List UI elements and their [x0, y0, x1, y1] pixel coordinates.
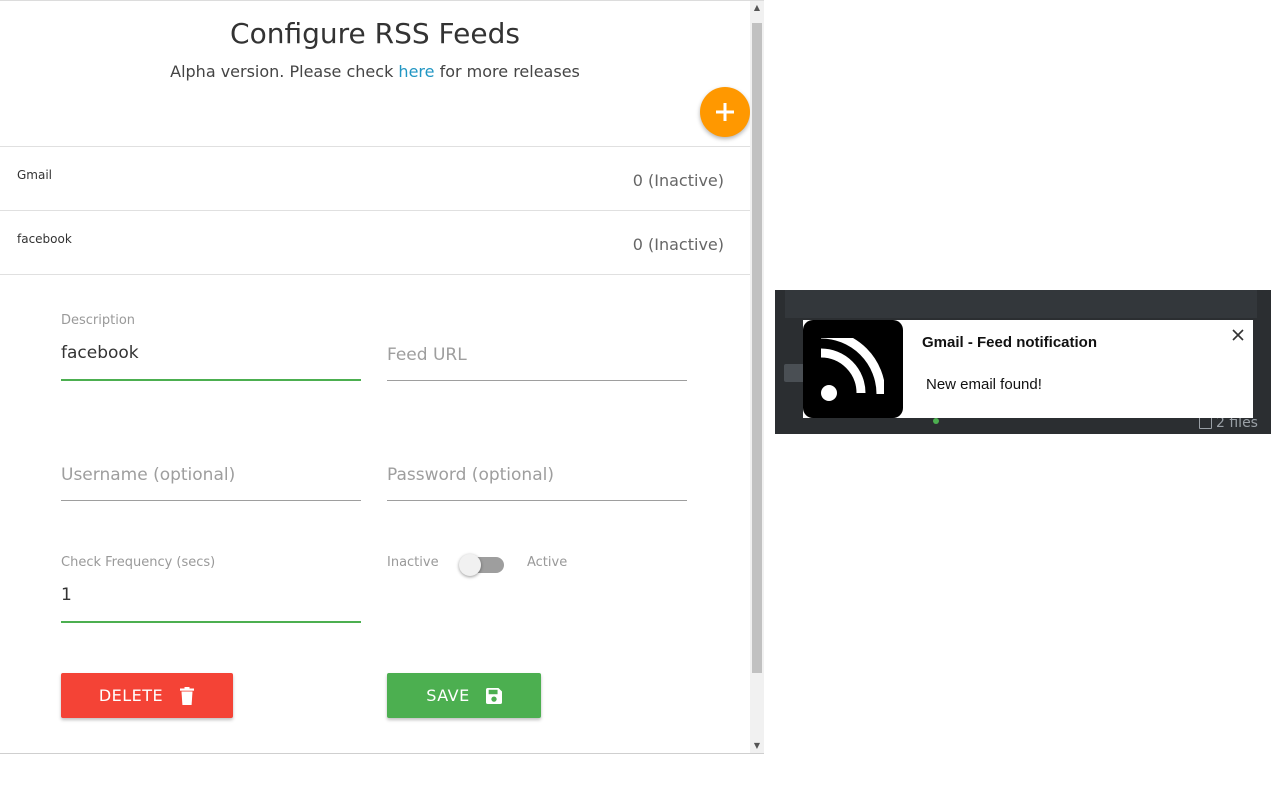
save-button-label: SAVE — [426, 686, 470, 705]
description-label: Description — [61, 313, 136, 328]
delete-button-label: DELETE — [98, 686, 164, 705]
password-input[interactable] — [387, 465, 687, 485]
background-strip — [785, 290, 1257, 318]
rss-icon-tile — [803, 320, 903, 418]
check-frequency-field: Check Frequency (secs) — [61, 555, 361, 625]
description-field: Description — [61, 313, 361, 383]
subtitle-suffix: for more releases — [434, 62, 580, 81]
trash-icon — [180, 686, 195, 705]
feed-item-gmail[interactable]: Gmail 0 (Inactive) — [0, 146, 750, 210]
username-input[interactable] — [61, 465, 361, 485]
password-underline — [387, 500, 687, 501]
status-dot-icon — [933, 418, 939, 424]
feed-url-underline — [387, 380, 687, 381]
scrollbar[interactable]: ▲ ▼ — [750, 1, 764, 753]
notification-title: Gmail - Feed notification — [922, 334, 1098, 351]
feed-status: 0 (Inactive) — [632, 171, 724, 190]
feed-url-field — [387, 313, 687, 383]
page-subtitle: Alpha version. Please check here for mor… — [0, 62, 750, 81]
subtitle-prefix: Alpha version. Please check — [170, 62, 399, 81]
active-toggle[interactable] — [459, 554, 504, 576]
check-frequency-input[interactable] — [61, 585, 361, 605]
page-title: Configure RSS Feeds — [230, 17, 520, 50]
feed-item-facebook[interactable]: facebook 0 (Inactive) — [0, 210, 750, 275]
scrollbar-thumb[interactable] — [752, 23, 762, 673]
username-underline — [61, 500, 361, 501]
header: Configure RSS Feeds Alpha version. Pleas… — [0, 1, 750, 146]
username-field — [61, 456, 361, 504]
toggle-knob — [459, 554, 481, 576]
feed-name: Gmail — [17, 168, 53, 182]
check-frequency-underline — [61, 621, 361, 623]
toggle-inactive-label: Inactive — [387, 555, 439, 570]
feed-url-input[interactable] — [387, 345, 687, 365]
releases-link[interactable]: here — [398, 62, 434, 81]
feed-notification[interactable]: Gmail - Feed notification New email foun… — [803, 320, 1253, 418]
close-icon[interactable] — [1229, 326, 1247, 344]
toggle-active-label: Active — [527, 555, 568, 570]
feed-name: facebook — [17, 232, 72, 246]
floppy-disk-icon — [485, 687, 502, 704]
plus-icon — [716, 103, 734, 121]
feed-list: Gmail 0 (Inactive) facebook 0 (Inactive) — [0, 146, 750, 275]
save-button[interactable]: SAVE — [387, 673, 541, 718]
scroll-down-arrow-icon[interactable]: ▼ — [750, 739, 764, 753]
rss-icon — [820, 338, 884, 401]
delete-button[interactable]: DELETE — [61, 673, 233, 718]
feed-status: 0 (Inactive) — [632, 235, 724, 254]
notification-body: New email found! — [926, 376, 1042, 393]
description-underline — [61, 379, 361, 381]
add-feed-button[interactable] — [700, 87, 750, 137]
rss-config-window: Configure RSS Feeds Alpha version. Pleas… — [0, 0, 764, 754]
description-input[interactable] — [61, 343, 361, 363]
password-field — [387, 456, 687, 504]
scroll-up-arrow-icon[interactable]: ▲ — [750, 1, 764, 15]
check-frequency-label: Check Frequency (secs) — [61, 555, 216, 570]
